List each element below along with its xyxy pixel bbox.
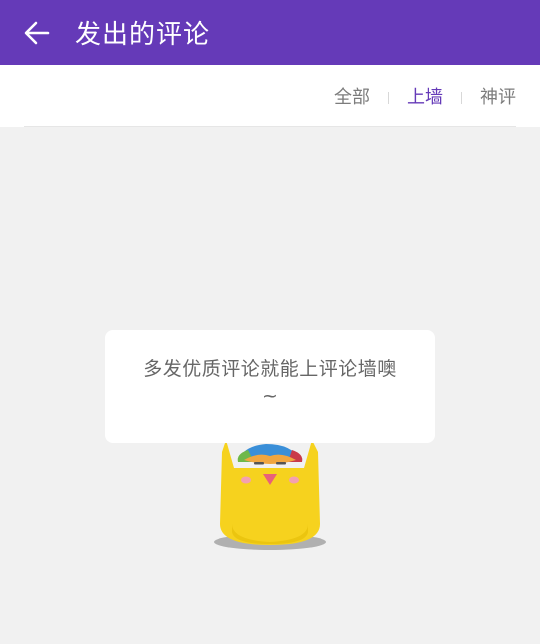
filter-bar: 全部 上墙 神评	[0, 65, 540, 127]
empty-message-tilde: ~	[262, 385, 278, 407]
tab-separator	[388, 92, 389, 104]
tab-separator	[461, 92, 462, 104]
filter-tabs: 全部 上墙 神评	[334, 85, 516, 111]
arrow-left-icon	[24, 21, 50, 44]
app-screen: 发出的评论 全部 上墙 神评 多发优质评论就能上评论墙噢 ~	[0, 0, 540, 644]
empty-message-card: 多发优质评论就能上评论墙噢 ~	[105, 330, 435, 443]
tab-god-comments[interactable]: 神评	[480, 85, 516, 111]
page-title: 发出的评论	[75, 20, 211, 50]
empty-message-text: 多发优质评论就能上评论墙噢	[143, 358, 397, 380]
back-button[interactable]	[12, 8, 62, 58]
tab-all[interactable]: 全部	[334, 85, 370, 111]
yellow-cat-mascot-icon	[214, 440, 326, 550]
tab-on-wall[interactable]: 上墙	[407, 85, 443, 111]
top-app-bar: 发出的评论	[0, 0, 540, 65]
